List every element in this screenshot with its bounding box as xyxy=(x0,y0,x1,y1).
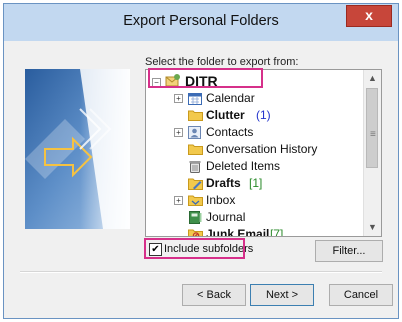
tree-scrollbar[interactable]: ▲ ≡ ▼ xyxy=(363,70,381,236)
calendar-icon xyxy=(188,92,202,105)
tree-item-junk-email[interactable]: Junk Email [7] xyxy=(188,226,364,237)
tree-item-drafts[interactable]: Drafts [1] xyxy=(188,175,364,192)
tree-item-label: Contacts xyxy=(206,125,254,139)
scroll-up-icon[interactable]: ▲ xyxy=(364,70,381,87)
titlebar[interactable]: Export Personal Folders x xyxy=(4,4,398,41)
grip-icon: ≡ xyxy=(370,129,376,140)
tree-item-label: Journal xyxy=(206,210,246,224)
tree-item-label: Clutter xyxy=(206,108,245,122)
filter-button[interactable]: Filter... xyxy=(315,240,383,262)
tree-item-label: Conversation History xyxy=(206,142,318,156)
export-dialog: Export Personal Folders x Select the fol… xyxy=(3,3,399,319)
cancel-button[interactable]: Cancel xyxy=(329,284,393,306)
wizard-illustration xyxy=(25,69,130,229)
close-icon: x xyxy=(365,7,373,23)
drafts-icon xyxy=(188,177,203,190)
junk-count: [7] xyxy=(270,227,284,237)
tree-item-label: Drafts xyxy=(206,176,241,190)
separator xyxy=(20,271,382,273)
expand-icon[interactable]: + xyxy=(174,94,183,103)
tree-item-contacts[interactable]: + Contacts xyxy=(174,124,364,141)
folder-prompt: Select the folder to export from: xyxy=(145,56,299,68)
back-button[interactable]: < Back xyxy=(182,284,246,306)
next-button[interactable]: Next > xyxy=(250,284,314,306)
close-button[interactable]: x xyxy=(346,5,392,27)
tree-item-label: Inbox xyxy=(206,193,236,207)
folder-icon xyxy=(188,143,203,155)
journal-icon xyxy=(188,211,202,224)
tree-item-label: Deleted Items xyxy=(206,159,281,173)
folder-tree[interactable]: − DITR + Calendar Clutter (1) + Contacts… xyxy=(145,69,382,237)
tree-item-label: Calendar xyxy=(206,91,255,105)
inbox-icon xyxy=(188,194,203,206)
tree-item-deleted-items[interactable]: Deleted Items xyxy=(188,158,364,175)
trash-icon xyxy=(188,160,202,173)
expand-icon[interactable]: + xyxy=(174,128,183,137)
expand-icon[interactable]: + xyxy=(174,196,183,205)
tree-item-calendar[interactable]: + Calendar xyxy=(174,90,364,107)
junk-icon xyxy=(188,228,203,236)
folder-icon xyxy=(188,109,203,121)
scroll-down-icon[interactable]: ▼ xyxy=(364,219,381,236)
tree-item-journal[interactable]: Journal xyxy=(188,209,364,226)
draft-count: [1] xyxy=(249,176,263,190)
contacts-icon xyxy=(188,126,202,139)
tree-item-conversation-history[interactable]: Conversation History xyxy=(188,141,364,158)
dialog-title: Export Personal Folders xyxy=(123,13,279,29)
tree-item-clutter[interactable]: Clutter (1) xyxy=(188,107,364,124)
tree-item-label: Junk Email xyxy=(206,227,270,237)
highlight-include-subfolders xyxy=(144,238,245,259)
scroll-thumb[interactable]: ≡ xyxy=(366,88,378,168)
highlight-ditr xyxy=(148,68,263,88)
tree-item-inbox[interactable]: + Inbox xyxy=(174,192,364,209)
unread-count: (1) xyxy=(256,108,271,122)
